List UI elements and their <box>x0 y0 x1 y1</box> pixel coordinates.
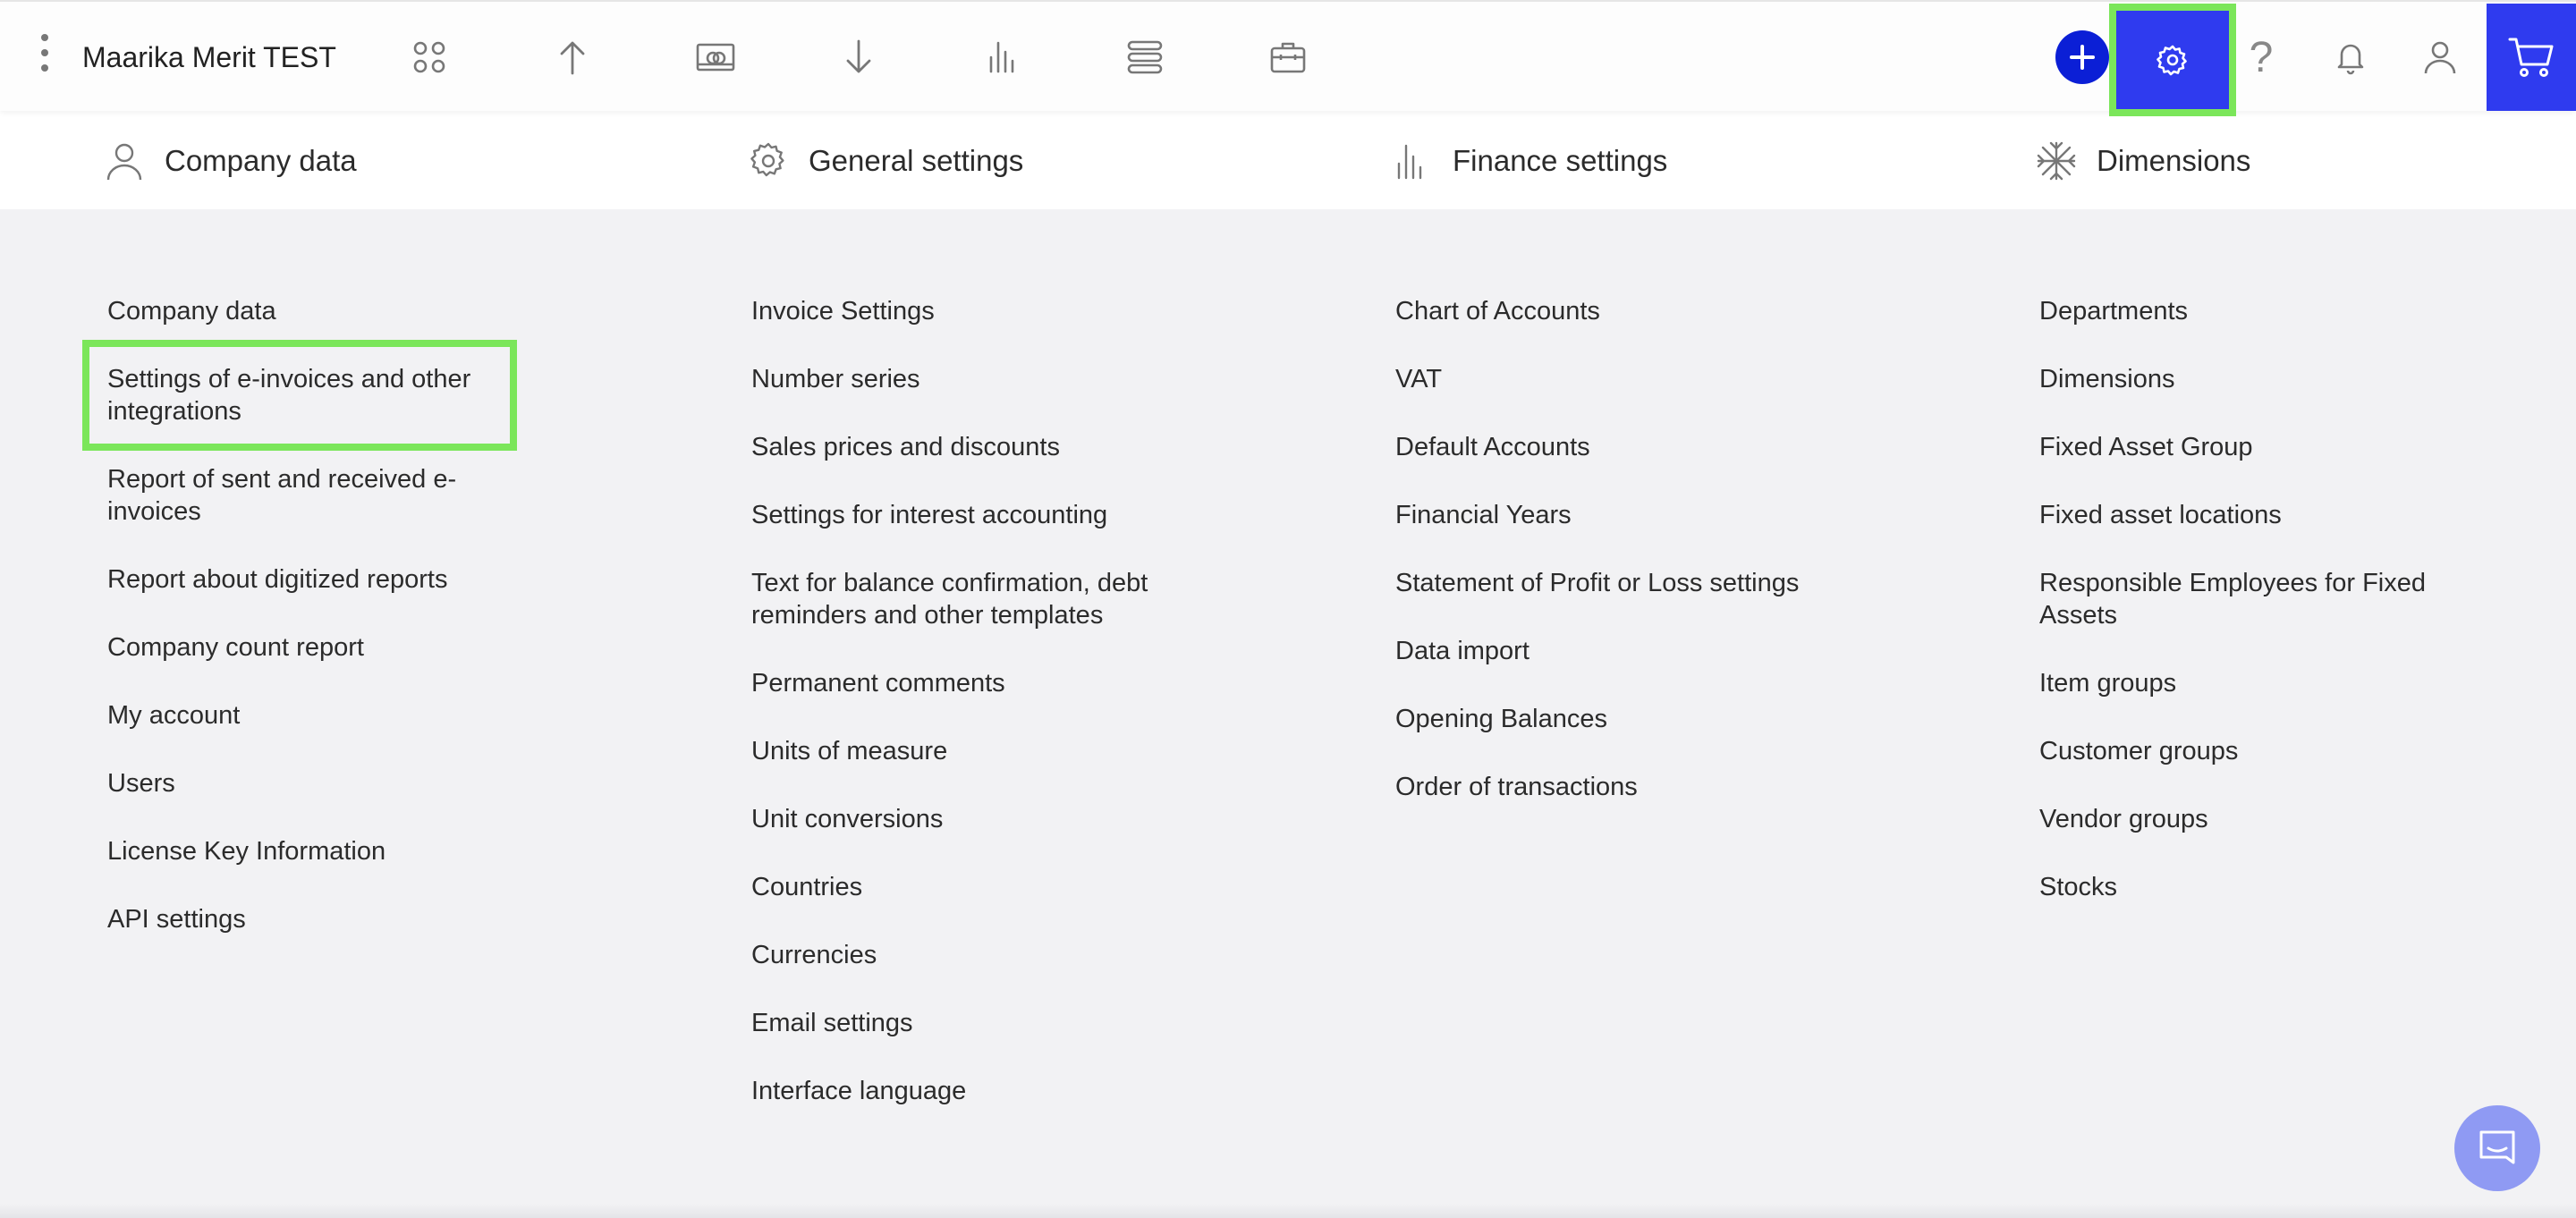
user-icon <box>106 143 142 181</box>
menu-item-currencies[interactable]: Currencies <box>751 939 1216 971</box>
menu-item-fixed-asset-locations[interactable]: Fixed asset locations <box>2039 499 2504 531</box>
menu-item-sales-prices[interactable]: Sales prices and discounts <box>751 431 1216 463</box>
menu-item-data-import[interactable]: Data import <box>1395 635 1860 667</box>
menu-item-financial-years[interactable]: Financial Years <box>1395 499 1860 531</box>
list-icon[interactable] <box>1116 29 1174 86</box>
company-data-menu: Company data Settings of e-invoices and … <box>82 295 608 971</box>
menu-item-vendor-groups[interactable]: Vendor groups <box>2039 803 2504 835</box>
menu-item-order-of-transactions[interactable]: Order of transactions <box>1395 771 1860 803</box>
menu-item-vat[interactable]: VAT <box>1395 363 1860 395</box>
asterisk-icon <box>2037 141 2076 181</box>
menu-item-customer-groups[interactable]: Customer groups <box>2039 735 2504 767</box>
menu-item-company-count-report[interactable]: Company count report <box>107 631 501 664</box>
menu-item-profit-loss-settings[interactable]: Statement of Profit or Loss settings <box>1395 567 1860 599</box>
menu-item-fixed-asset-group[interactable]: Fixed Asset Group <box>2039 431 2504 463</box>
menu-item-departments[interactable]: Departments <box>2039 295 2504 327</box>
cart-icon <box>2508 38 2554 77</box>
menu-item-license-key[interactable]: License Key Information <box>107 835 501 867</box>
menu-item-chart-of-accounts[interactable]: Chart of Accounts <box>1395 295 1860 327</box>
help-icon[interactable]: ? <box>2233 29 2290 86</box>
settings-button[interactable] <box>2109 4 2236 116</box>
bell-icon[interactable] <box>2322 29 2379 86</box>
chat-support-button[interactable] <box>2454 1105 2540 1191</box>
category-dimensions[interactable]: Dimensions <box>2036 136 2250 186</box>
menu-item-interest-accounting[interactable]: Settings for interest accounting <box>751 499 1216 531</box>
menu-item-countries[interactable]: Countries <box>751 871 1216 903</box>
top-navigation-bar: Maarika Merit TEST ? <box>0 0 2576 116</box>
menu-item-responsible-employees[interactable]: Responsible Employees for Fixed Assets <box>2039 567 2504 631</box>
menu-item-api-settings[interactable]: API settings <box>107 903 501 935</box>
settings-category-bar: Company data General settings Finance se… <box>0 111 2576 209</box>
briefcase-icon[interactable] <box>1259 29 1317 86</box>
arrow-up-icon[interactable] <box>544 29 601 86</box>
menu-item-templates[interactable]: Text for balance confirmation, debt remi… <box>751 567 1216 631</box>
arrow-down-icon[interactable] <box>830 29 887 86</box>
plus-icon <box>2070 45 2095 70</box>
category-label: Dimensions <box>2097 144 2251 177</box>
cash-icon[interactable] <box>687 29 744 86</box>
general-settings-menu: Invoice Settings Number series Sales pri… <box>751 295 1252 1143</box>
cart-button[interactable] <box>2487 4 2576 111</box>
more-menu-icon[interactable] <box>32 34 57 79</box>
menu-item-digitized-reports[interactable]: Report about digitized reports <box>107 563 501 596</box>
menu-item-number-series[interactable]: Number series <box>751 363 1216 395</box>
page-bottom-edge <box>0 1204 2576 1218</box>
menu-item-units-of-measure[interactable]: Units of measure <box>751 735 1216 767</box>
menu-item-unit-conversions[interactable]: Unit conversions <box>751 803 1216 835</box>
category-label: Company data <box>165 144 357 177</box>
menu-item-email-settings[interactable]: Email settings <box>751 1007 1216 1039</box>
menu-item-permanent-comments[interactable]: Permanent comments <box>751 667 1216 699</box>
bar-chart-icon[interactable] <box>973 29 1030 86</box>
menu-item-e-invoice-settings[interactable]: Settings of e-invoices and other integra… <box>82 340 517 451</box>
menu-item-item-groups[interactable]: Item groups <box>2039 667 2504 699</box>
menu-item-default-accounts[interactable]: Default Accounts <box>1395 431 1860 463</box>
menu-item-users[interactable]: Users <box>107 767 501 799</box>
bar-chart-icon <box>1397 144 1422 180</box>
user-icon[interactable] <box>2411 29 2469 86</box>
menu-item-stocks[interactable]: Stocks <box>2039 871 2504 903</box>
category-general-settings[interactable]: General settings <box>748 136 1023 186</box>
category-label: General settings <box>809 144 1024 177</box>
menu-item-my-account[interactable]: My account <box>107 699 501 732</box>
menu-item-dimensions[interactable]: Dimensions <box>2039 363 2504 395</box>
category-finance-settings[interactable]: Finance settings <box>1392 136 1667 186</box>
company-name[interactable]: Maarika Merit TEST <box>82 41 336 74</box>
gear-icon <box>2157 45 2187 76</box>
category-company-data[interactable]: Company data <box>104 136 357 186</box>
category-label: Finance settings <box>1453 144 1668 177</box>
gear-icon <box>750 142 784 177</box>
add-new-button[interactable] <box>2055 30 2109 84</box>
dimensions-menu: Departments Dimensions Fixed Asset Group… <box>2039 295 2540 939</box>
menu-item-opening-balances[interactable]: Opening Balances <box>1395 703 1860 735</box>
menu-item-interface-language[interactable]: Interface language <box>751 1075 1216 1107</box>
finance-settings-menu: Chart of Accounts VAT Default Accounts F… <box>1395 295 1896 839</box>
apps-icon[interactable] <box>401 29 458 86</box>
menu-item-e-invoice-report[interactable]: Report of sent and received e-invoices <box>107 463 501 528</box>
menu-item-invoice-settings[interactable]: Invoice Settings <box>751 295 1216 327</box>
menu-item-company-data[interactable]: Company data <box>107 295 501 327</box>
chat-icon <box>2479 1130 2515 1164</box>
